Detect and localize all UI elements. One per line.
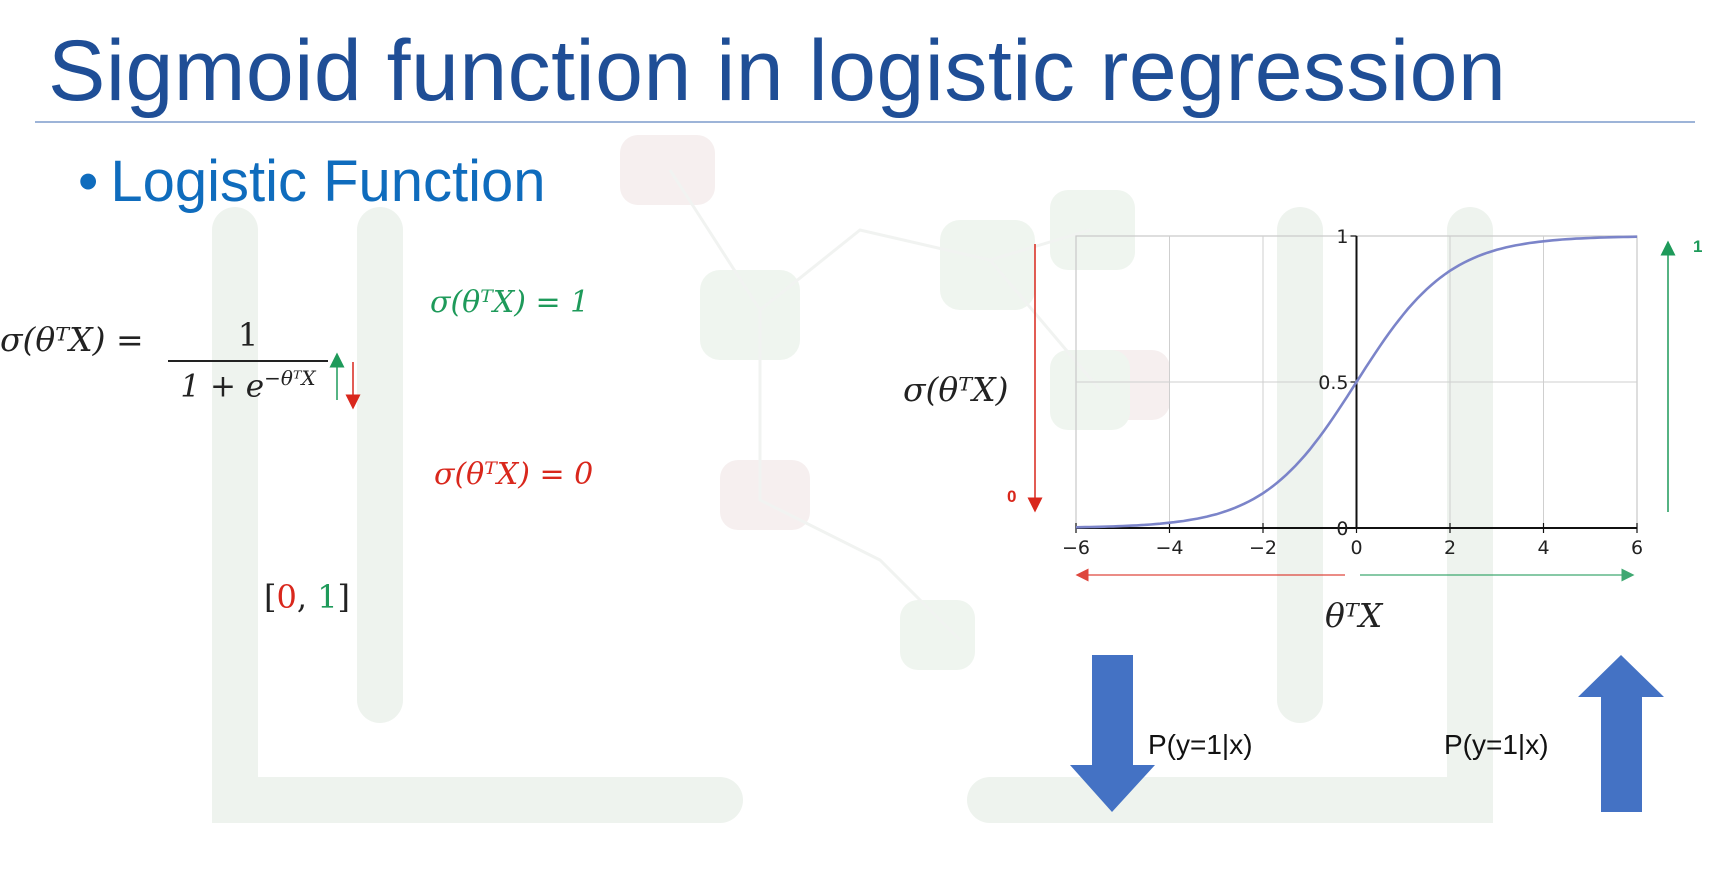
x-tick-label: −6 xyxy=(1062,537,1090,559)
x-tick-label: 2 xyxy=(1444,537,1456,559)
x-tick-label: 0 xyxy=(1350,537,1362,559)
x-tick-label: 4 xyxy=(1537,537,1549,559)
x-tick-label: −2 xyxy=(1249,537,1277,559)
x-tick-label: 6 xyxy=(1631,537,1643,559)
blue-down-arrow-icon xyxy=(1070,655,1155,812)
slide: Sigmoid function in logistic regression … xyxy=(0,0,1715,881)
sigmoid-plot: −6 −4 −2 0 2 4 6 0 0.5 1 xyxy=(1062,226,1643,559)
blue-up-arrow-icon xyxy=(1578,655,1664,812)
chart-overlay: −6 −4 −2 0 2 4 6 0 0.5 1 xyxy=(329,226,1676,812)
y-tick-label: 1 xyxy=(1336,226,1348,248)
x-tick-label: −4 xyxy=(1155,537,1183,559)
y-tick-label: 0 xyxy=(1336,518,1348,540)
y-tick-label: 0.5 xyxy=(1318,372,1348,394)
